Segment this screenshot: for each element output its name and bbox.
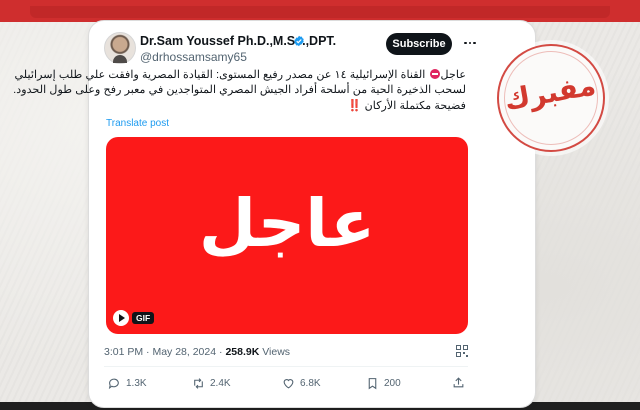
share-icon[interactable] — [452, 376, 465, 389]
bookmark-count: 200 — [384, 377, 401, 389]
qr-code-icon[interactable] — [456, 345, 468, 357]
top-banner-bar — [0, 0, 640, 22]
repost-icon — [194, 377, 203, 389]
author-name[interactable]: Dr.Sam Youssef Ph.D.,M.Sc.,DPT. — [140, 34, 336, 48]
bookmark-button[interactable]: 200 — [366, 376, 401, 390]
play-icon[interactable] — [113, 310, 129, 326]
more-icon[interactable] — [462, 36, 478, 50]
views-label: Views — [262, 346, 291, 358]
verified-badge-icon — [294, 35, 304, 47]
text-urgent-word: عاجل — [440, 69, 466, 81]
avatar[interactable] — [104, 32, 136, 64]
tweet-time[interactable]: 3:01 PM — [104, 346, 143, 358]
views-count: 258.9K — [225, 346, 260, 358]
tweet-meta: 3:01 PM · May 28, 2024 · 258.9K Views — [104, 346, 291, 358]
double-exclamation-emoji: ‼️ — [347, 99, 362, 112]
text-line-1: القناة الإسرائيلية ١٤ عن مصدر رفيع المست… — [14, 69, 426, 81]
reply-icon — [108, 378, 119, 389]
translate-post-link[interactable]: Translate post — [106, 118, 169, 129]
repost-button[interactable]: 2.4K — [192, 376, 231, 390]
author-handle[interactable]: @drhossamsamy65 — [140, 50, 247, 64]
divider — [104, 366, 468, 367]
like-button[interactable]: 6.8K — [282, 376, 321, 390]
repost-count: 2.4K — [210, 377, 231, 389]
subscribe-button[interactable]: Subscribe — [386, 33, 452, 55]
no-entry-icon — [429, 69, 440, 79]
tweet-date[interactable]: May 28, 2024 — [152, 346, 216, 358]
reply-count: 1.3K — [126, 377, 147, 389]
gif-badge: GIF — [132, 312, 155, 324]
gif-media[interactable]: عاجل GIF — [106, 137, 468, 334]
tweet-text: عاجل القناة الإسرائيلية ١٤ عن مصدر رفيع … — [13, 68, 466, 114]
bookmark-icon — [368, 377, 377, 389]
like-icon — [283, 378, 294, 388]
media-text: عاجل — [198, 185, 376, 262]
text-line-3: فضيحة مكتملة الأركان — [364, 99, 466, 112]
like-count: 6.8K — [300, 377, 321, 389]
text-line-2: لسحب الذخيرة الحية من أسلحة أفراد الجيش … — [13, 84, 466, 97]
reply-button[interactable]: 1.3K — [108, 376, 147, 390]
